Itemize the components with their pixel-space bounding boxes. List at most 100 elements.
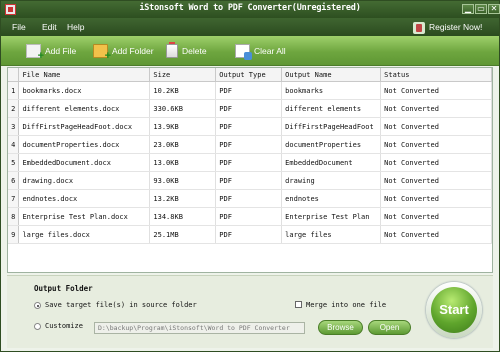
folder-icon: [93, 44, 111, 62]
size-cell: 13.2KB: [149, 189, 217, 208]
file-name-cell: endnotes.docx: [18, 189, 151, 208]
minimize-button[interactable]: ▁: [462, 4, 474, 14]
table-row[interactable]: 6 drawing.docx 93.0KB PDF drawing Not Co…: [8, 171, 492, 190]
row-number: 6: [8, 171, 20, 190]
size-cell: 330.6KB: [149, 99, 217, 118]
output-path-field[interactable]: D:\backup\Program\iStonsoft\Word to PDF …: [94, 322, 305, 334]
output-type-cell: PDF: [215, 153, 283, 172]
size-cell: 134.8KB: [149, 207, 217, 226]
row-number: 2: [8, 99, 20, 118]
size-cell: 10.2KB: [149, 81, 217, 100]
maximize-button[interactable]: ▭: [475, 4, 487, 14]
size-cell: 93.0KB: [149, 171, 217, 190]
row-number: 4: [8, 135, 20, 154]
delete-button[interactable]: Delete: [166, 42, 207, 59]
add-file-icon: [26, 44, 44, 62]
table-row[interactable]: 4 documentProperties.docx 23.0KB PDF doc…: [8, 135, 492, 154]
file-list: File Name Size Output Type Output Name S…: [8, 68, 492, 244]
column-header-output-type[interactable]: Output Type: [215, 68, 283, 82]
file-name-cell: EmbeddedDocument.docx: [18, 153, 151, 172]
clear-all-button[interactable]: Clear All: [235, 43, 286, 60]
output-type-cell: PDF: [215, 207, 283, 226]
file-name-cell: drawing.docx: [18, 171, 151, 190]
output-type-cell: PDF: [215, 135, 283, 154]
browse-button[interactable]: Browse: [318, 320, 363, 335]
size-cell: 13.9KB: [149, 117, 217, 136]
window-title: iStonsoft Word to PDF Converter(Unregist…: [139, 3, 361, 13]
table-row[interactable]: 5 EmbeddedDocument.docx 13.0KB PDF Embed…: [8, 153, 492, 172]
open-button[interactable]: Open: [368, 320, 411, 335]
status-cell: Not Converted: [380, 171, 492, 190]
app-window: iStonsoft Word to PDF Converter(Unregist…: [0, 0, 500, 352]
delete-label: Delete: [182, 46, 207, 56]
column-header-status[interactable]: Status: [380, 68, 492, 82]
file-name-cell: large files.docx: [18, 225, 151, 244]
menu-edit[interactable]: Edit: [42, 22, 57, 32]
column-header-size[interactable]: Size: [149, 68, 217, 82]
output-name-cell: large files: [281, 225, 382, 244]
add-file-button[interactable]: Add File: [26, 43, 77, 62]
row-number: 1: [8, 81, 20, 100]
register-now-link[interactable]: Register Now!: [413, 19, 482, 36]
table-row[interactable]: 8 Enterprise Test Plan.docx 134.8KB PDF …: [8, 207, 492, 226]
add-folder-button[interactable]: Add Folder: [93, 43, 154, 62]
output-name-cell: drawing: [281, 171, 382, 190]
status-cell: Not Converted: [380, 225, 492, 244]
file-name-cell: DiffFirstPageHeadFoot.docx: [18, 117, 151, 136]
trash-icon: [166, 42, 178, 58]
close-button[interactable]: ✕: [488, 4, 500, 14]
size-cell: 13.0KB: [149, 153, 217, 172]
output-name-cell: documentProperties: [281, 135, 382, 154]
start-button[interactable]: Start: [431, 287, 477, 333]
status-cell: Not Converted: [380, 99, 492, 118]
output-type-cell: PDF: [215, 171, 283, 190]
table-row[interactable]: 9 large files.docx 25.1MB PDF large file…: [8, 225, 492, 244]
output-type-cell: PDF: [215, 189, 283, 208]
customize-label: Customize: [45, 322, 83, 330]
file-name-cell: different elements.docx: [18, 99, 151, 118]
title-bar[interactable]: iStonsoft Word to PDF Converter(Unregist…: [1, 1, 500, 18]
status-cell: Not Converted: [380, 81, 492, 100]
output-name-cell: Enterprise Test Plan: [281, 207, 382, 226]
output-name-cell: bookmarks: [281, 81, 382, 100]
column-header-file-name[interactable]: File Name: [18, 68, 151, 82]
output-name-cell: DiffFirstPageHeadFoot: [281, 117, 382, 136]
status-cell: Not Converted: [380, 135, 492, 154]
file-name-cell: documentProperties.docx: [18, 135, 151, 154]
merge-checkbox[interactable]: [295, 301, 302, 308]
row-number: 3: [8, 117, 20, 136]
clear-all-icon: [235, 44, 252, 60]
clear-all-label: Clear All: [254, 46, 286, 56]
output-type-cell: PDF: [215, 225, 283, 244]
table-row[interactable]: 1 bookmarks.docx 10.2KB PDF bookmarks No…: [8, 81, 492, 100]
column-header-output-name[interactable]: Output Name: [281, 68, 382, 82]
table-row[interactable]: 2 different elements.docx 330.6KB PDF di…: [8, 99, 492, 118]
add-folder-label: Add Folder: [112, 46, 154, 56]
table-row[interactable]: 7 endnotes.docx 13.2KB PDF endnotes Not …: [8, 189, 492, 208]
size-cell: 23.0KB: [149, 135, 217, 154]
row-number: 8: [8, 207, 20, 226]
status-cell: Not Converted: [380, 153, 492, 172]
save-in-source-radio[interactable]: [34, 302, 41, 309]
status-cell: Not Converted: [380, 207, 492, 226]
menu-help[interactable]: Help: [67, 22, 84, 32]
row-number-header: [8, 68, 20, 82]
output-name-cell: EmbeddedDocument: [281, 153, 382, 172]
register-icon: [413, 21, 425, 34]
file-table: File Name Size Output Type Output Name S…: [7, 67, 493, 273]
output-type-cell: PDF: [215, 81, 283, 100]
table-row[interactable]: 3 DiffFirstPageHeadFoot.docx 13.9KB PDF …: [8, 117, 492, 136]
menu-file[interactable]: File: [12, 22, 26, 32]
add-file-label: Add File: [45, 46, 77, 56]
register-label: Register Now!: [429, 22, 483, 32]
status-cell: Not Converted: [380, 189, 492, 208]
output-folder-title: Output Folder: [34, 284, 93, 293]
file-name-cell: bookmarks.docx: [18, 81, 151, 100]
output-folder-panel: Output Folder Save target file(s) in sou…: [7, 275, 493, 348]
row-number: 9: [8, 225, 20, 244]
customize-radio[interactable]: [34, 323, 41, 330]
output-type-cell: PDF: [215, 117, 283, 136]
file-name-cell: Enterprise Test Plan.docx: [18, 207, 151, 226]
output-name-cell: endnotes: [281, 189, 382, 208]
toolbar: Add File Add Folder Delete Clear All: [1, 36, 499, 66]
